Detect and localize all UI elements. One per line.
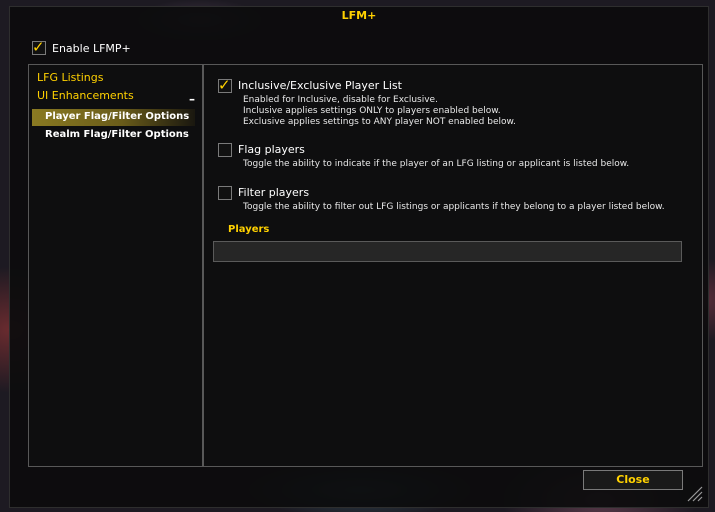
inclusive-desc-3: Exclusive applies settings to ANY player… (243, 117, 516, 127)
players-input[interactable] (213, 241, 682, 262)
filter-players-checkbox[interactable] (218, 186, 232, 200)
enable-checkbox[interactable]: ✓ (32, 38, 46, 56)
options-content-panel: ✓ Inclusive/Exclusive Player List Enable… (203, 64, 703, 467)
resize-grip-icon[interactable] (686, 485, 704, 503)
filter-players-desc: Toggle the ability to filter out LFG lis… (243, 202, 665, 212)
options-nav-panel: LFG Listings UI Enhancements – Player Fl… (28, 64, 203, 467)
collapse-icon[interactable]: – (189, 92, 195, 106)
players-heading: Players (228, 224, 270, 235)
inclusive-exclusive-label: Inclusive/Exclusive Player List (238, 79, 402, 92)
inclusive-desc-1: Enabled for Inclusive, disable for Exclu… (243, 95, 438, 105)
checkmark-icon: ✓ (32, 38, 45, 56)
inclusive-exclusive-checkbox[interactable]: ✓ (218, 76, 232, 94)
nav-item-ui-enhancements[interactable]: UI Enhancements (37, 89, 134, 102)
flag-players-checkbox[interactable] (218, 143, 232, 157)
nav-item-lfg-listings[interactable]: LFG Listings (37, 71, 103, 84)
flag-players-desc: Toggle the ability to indicate if the pl… (243, 159, 630, 169)
flag-players-label: Flag players (238, 143, 305, 156)
nav-item-player-flag-filter[interactable]: Player Flag/Filter Options (45, 111, 189, 122)
lfm-settings-window: LFM+ ✓ Enable LFMP+ LFG Listings UI Enha… (9, 6, 709, 508)
inclusive-desc-2: Inclusive applies settings ONLY to playe… (243, 106, 501, 116)
nav-item-realm-flag-filter[interactable]: Realm Flag/Filter Options (45, 129, 189, 140)
filter-players-label: Filter players (238, 186, 310, 199)
enable-label: Enable LFMP+ (52, 42, 131, 55)
window-title: LFM+ (341, 9, 377, 22)
close-button[interactable]: Close (583, 470, 683, 490)
checkmark-icon: ✓ (218, 76, 231, 94)
